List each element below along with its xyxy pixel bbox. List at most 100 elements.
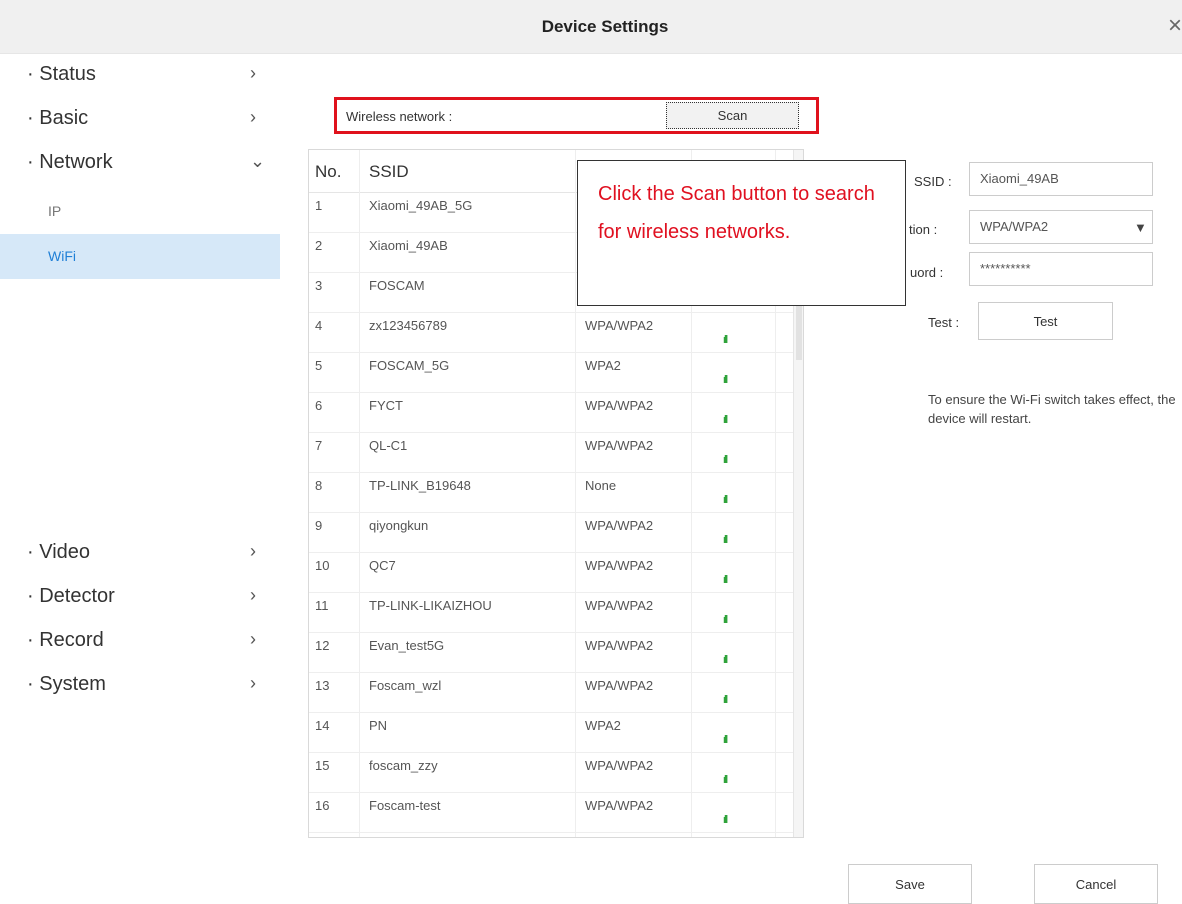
row-number: 16	[315, 798, 330, 813]
row-number: 6	[315, 398, 323, 413]
row-encryption: WPA/WPA2	[585, 318, 654, 333]
signal-strength-icon: ıll	[723, 574, 728, 586]
row-ssid: FOSCAM	[369, 278, 425, 293]
table-row[interactable]: 9 qiyongkun WPA/WPA2 ıll	[309, 512, 793, 553]
row-encryption: WPA/WPA2	[585, 598, 654, 613]
row-ssid: Foscam_wzl	[369, 678, 442, 693]
table-row[interactable]: 5 FOSCAM_5G WPA2 ıll	[309, 352, 793, 393]
sidebar-subitem-wifi[interactable]: WiFi	[0, 234, 280, 279]
row-ssid: TP-LINK_B19648	[369, 478, 471, 493]
wireless-network-label: Wireless network :	[346, 109, 453, 124]
row-ssid: Foscam-test	[369, 798, 441, 813]
sidebar-item-detector[interactable]: · Detector ›	[0, 575, 280, 619]
row-encryption: WPA/WPA2	[585, 678, 654, 693]
row-number: 12	[315, 638, 330, 653]
signal-strength-icon: ıll	[723, 454, 728, 466]
save-button[interactable]: Save	[848, 864, 972, 904]
column-header-no: No.	[315, 162, 342, 181]
table-row[interactable]: 4 zx123456789 WPA/WPA2 ıll	[309, 312, 793, 353]
row-ssid: TP-LINK-LIKAIZHOU	[369, 598, 492, 613]
row-number: 2	[315, 238, 323, 253]
row-number: 1	[315, 198, 323, 213]
chevron-right-icon: ›	[250, 629, 256, 649]
row-encryption: WPA/WPA2	[585, 518, 654, 533]
row-encryption: WPA2	[585, 718, 621, 733]
chevron-right-icon: ›	[250, 673, 256, 693]
signal-strength-icon: ıll	[723, 814, 728, 826]
table-row[interactable]: 12 Evan_test5G WPA/WPA2 ıll	[309, 632, 793, 673]
row-number: 13	[315, 678, 330, 693]
sidebar-item-status[interactable]: · Status ›	[0, 53, 280, 97]
test-label: Test :	[928, 315, 960, 330]
table-row[interactable]: 13 Foscam_wzl WPA/WPA2 ıll	[309, 672, 793, 713]
row-ssid: Xiaomi_49AB	[369, 238, 448, 253]
signal-strength-icon: ıll	[723, 694, 728, 706]
sidebar: · Status › · Basic › · Network ⌄ IP WiFi…	[0, 53, 280, 897]
row-ssid: zx123456789	[369, 318, 448, 333]
sidebar-item-label: Status	[39, 63, 96, 85]
signal-strength-icon: ıll	[723, 654, 728, 666]
row-encryption: WPA/WPA2	[585, 558, 654, 573]
table-row[interactable]: 16 Foscam-test WPA/WPA2 ıll	[309, 792, 793, 833]
test-button[interactable]: Test	[978, 302, 1113, 340]
password-field[interactable]: **********	[969, 252, 1153, 286]
row-ssid: PN	[369, 718, 388, 733]
sidebar-item-label: Video	[39, 541, 91, 563]
row-ssid: Xiaomi_49AB_5G	[369, 198, 473, 213]
sidebar-subitem-label: WiFi	[48, 248, 76, 264]
row-ssid: Evan_test5G	[369, 638, 445, 653]
sidebar-item-label: Basic	[39, 107, 89, 129]
bullet: ·	[27, 107, 34, 129]
sidebar-item-label: Detector	[39, 585, 115, 607]
cancel-button[interactable]: Cancel	[1034, 864, 1158, 904]
row-encryption: WPA2	[585, 358, 621, 373]
bullet: ·	[27, 63, 34, 85]
table-row[interactable]: 6 FYCT WPA/WPA2 ıll	[309, 392, 793, 433]
row-ssid: foscam_zzy	[369, 758, 438, 773]
chevron-right-icon: ›	[250, 107, 256, 127]
sidebar-item-label: Network	[39, 151, 113, 173]
bullet: ·	[27, 629, 34, 651]
sidebar-item-network[interactable]: · Network ⌄	[0, 141, 280, 185]
sidebar-subitem-ip[interactable]: IP	[0, 189, 280, 234]
dialog-title: Device Settings	[541, 17, 669, 36]
row-encryption: WPA/WPA2	[585, 438, 654, 453]
bullet: ·	[27, 151, 34, 173]
table-row[interactable]: 8 TP-LINK_B19648 None ıll	[309, 472, 793, 513]
signal-strength-icon: ıll	[723, 734, 728, 746]
row-ssid: FYCT	[369, 398, 403, 413]
bullet: ·	[27, 673, 34, 695]
password-label: uord :	[910, 265, 944, 280]
row-number: 9	[315, 518, 323, 533]
row-number: 7	[315, 438, 323, 453]
table-row[interactable]: 14 PN WPA2 ıll	[309, 712, 793, 753]
row-ssid: FOSCAM_5G	[369, 358, 450, 373]
table-row[interactable]: 11 TP-LINK-LIKAIZHOU WPA/WPA2 ıll	[309, 592, 793, 633]
signal-strength-icon: ıll	[723, 614, 728, 626]
sidebar-item-video[interactable]: · Video ›	[0, 531, 280, 575]
row-ssid: qiyongkun	[369, 518, 429, 533]
sidebar-item-label: System	[39, 673, 106, 695]
sidebar-item-record[interactable]: · Record ›	[0, 619, 280, 663]
row-number: 10	[315, 558, 330, 573]
close-icon[interactable]: ×	[1168, 14, 1182, 38]
sidebar-item-basic[interactable]: · Basic ›	[0, 97, 280, 141]
table-row[interactable]: 15 foscam_zzy WPA/WPA2 ıll	[309, 752, 793, 793]
table-row[interactable]: 7 QL-C1 WPA/WPA2 ıll	[309, 432, 793, 473]
restart-note: To ensure the Wi-Fi switch takes effect,…	[928, 392, 1176, 426]
bullet: ·	[27, 541, 34, 563]
sidebar-item-system[interactable]: · System ›	[0, 663, 280, 707]
ssid-field[interactable]: Xiaomi_49AB	[969, 162, 1153, 196]
signal-strength-icon: ıll	[723, 414, 728, 426]
encryption-select[interactable]: WPA/WPA2	[969, 210, 1153, 244]
row-encryption: WPA/WPA2	[585, 798, 654, 813]
table-row[interactable]: 10 QC7 WPA/WPA2 ıll	[309, 552, 793, 593]
chevron-down-icon: ⌄	[250, 151, 266, 171]
row-number: 5	[315, 358, 323, 373]
signal-strength-icon: ıll	[723, 334, 728, 346]
scan-button[interactable]: Scan	[666, 102, 799, 129]
title-bar: Device Settings ×	[0, 0, 1182, 54]
row-number: 15	[315, 758, 330, 773]
dropdown-arrow-icon: ▼	[1134, 220, 1147, 235]
row-ssid: QL-C1	[369, 438, 408, 453]
